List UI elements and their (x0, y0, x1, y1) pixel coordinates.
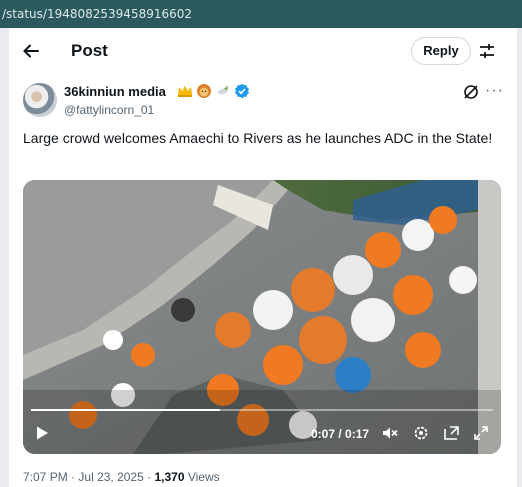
mute-icon[interactable] (381, 424, 399, 442)
fullscreen-icon[interactable] (472, 424, 490, 442)
play-icon[interactable] (33, 424, 51, 442)
views-label: Views (187, 470, 220, 484)
post-meta: 7:07 PM · Jul 23, 2025 · 1,370 Views (23, 470, 220, 484)
meta-separator: · (71, 470, 76, 484)
settings-sliders-icon[interactable] (477, 41, 497, 61)
post-date[interactable]: Jul 23, 2025 (78, 470, 143, 484)
lion-emoji-icon (197, 84, 211, 98)
address-bar[interactable]: /status/1948082539458916602 (0, 0, 522, 28)
video-time: 0:07 / 0:17 (311, 427, 370, 441)
back-arrow-icon[interactable] (21, 41, 41, 61)
picture-in-picture-icon[interactable] (443, 424, 461, 442)
url-text: /status/1948082539458916602 (2, 7, 193, 21)
display-name[interactable]: 36kinniun media (64, 84, 166, 99)
video-frame (23, 180, 501, 454)
post-panel: Post Reply 36kinniun media @fattylincorn… (9, 28, 517, 487)
meta-separator-2: · (147, 470, 152, 484)
more-options-icon[interactable]: ··· (485, 82, 504, 100)
post-header: Post Reply (9, 28, 517, 74)
reply-button[interactable]: Reply (411, 37, 471, 65)
avatar[interactable] (23, 83, 57, 117)
verified-badge-icon (235, 83, 249, 99)
grok-icon[interactable] (462, 83, 480, 101)
post-time[interactable]: 7:07 PM (23, 470, 68, 484)
dove-emoji-icon (217, 85, 229, 95)
video-progress-fill (31, 409, 221, 411)
user-handle[interactable]: @fattylincorn_01 (64, 103, 154, 117)
settings-gear-icon[interactable] (412, 424, 430, 442)
page-title: Post (71, 41, 108, 60)
video-player[interactable]: 0:07 / 0:17 (23, 180, 501, 454)
name-badges (177, 83, 250, 99)
video-progress-bar[interactable] (31, 409, 493, 411)
tweet-text: Large crowd welcomes Amaechi to Rivers a… (23, 130, 493, 146)
crown-emoji-icon (178, 85, 192, 97)
views-count: 1,370 (154, 470, 185, 484)
